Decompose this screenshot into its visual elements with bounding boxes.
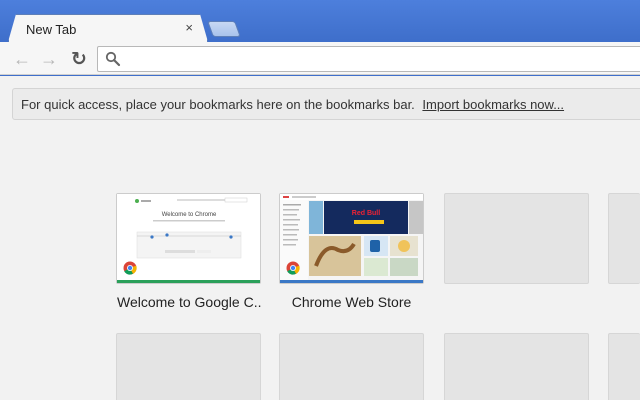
most-visited-tile-empty bbox=[608, 193, 640, 284]
omnibox[interactable] bbox=[97, 46, 640, 72]
search-icon bbox=[105, 51, 121, 67]
new-tab-button[interactable] bbox=[207, 21, 241, 37]
chrome-logo-icon bbox=[286, 261, 300, 275]
most-visited-tile-empty bbox=[608, 333, 640, 400]
web-store-preview: Red Bull bbox=[280, 194, 423, 280]
tile-accent-bar bbox=[117, 280, 260, 283]
tile-label-web-store[interactable]: Chrome Web Store bbox=[279, 294, 424, 310]
reload-icon[interactable]: ↻ bbox=[68, 48, 90, 70]
most-visited-tile-empty bbox=[444, 193, 589, 284]
tile-label-welcome[interactable]: Welcome to Google C... bbox=[116, 294, 261, 310]
tab-title: New Tab bbox=[26, 22, 77, 37]
most-visited-tile-welcome[interactable]: Welcome to Chrome bbox=[116, 193, 261, 284]
new-tab-page: For quick access, place your bookmarks h… bbox=[0, 76, 640, 400]
store-badge: Red Bull bbox=[352, 210, 380, 217]
address-input[interactable] bbox=[126, 49, 626, 69]
most-visited-tile-web-store[interactable]: Red Bull bbox=[279, 193, 424, 284]
import-bookmarks-link[interactable]: Import bookmarks now... bbox=[422, 97, 564, 112]
most-visited-tile-empty bbox=[444, 333, 589, 400]
tile-accent-bar bbox=[280, 280, 423, 283]
bookmarks-bar-message: For quick access, place your bookmarks h… bbox=[21, 97, 415, 112]
welcome-heading: Welcome to Chrome bbox=[162, 212, 217, 218]
most-visited-tile-empty bbox=[279, 333, 424, 400]
welcome-page-preview: Welcome to Chrome bbox=[117, 194, 260, 280]
chrome-logo-icon bbox=[123, 261, 137, 275]
bookmarks-bar: For quick access, place your bookmarks h… bbox=[12, 88, 640, 120]
forward-arrow-icon[interactable]: → bbox=[38, 48, 60, 70]
most-visited-tile-empty bbox=[116, 333, 261, 400]
back-arrow-icon[interactable]: ← bbox=[11, 48, 33, 70]
close-icon[interactable]: × bbox=[185, 21, 193, 35]
toolbar: ← → ↻ bbox=[0, 42, 640, 75]
tab-new-tab[interactable]: New Tab × bbox=[8, 14, 208, 42]
